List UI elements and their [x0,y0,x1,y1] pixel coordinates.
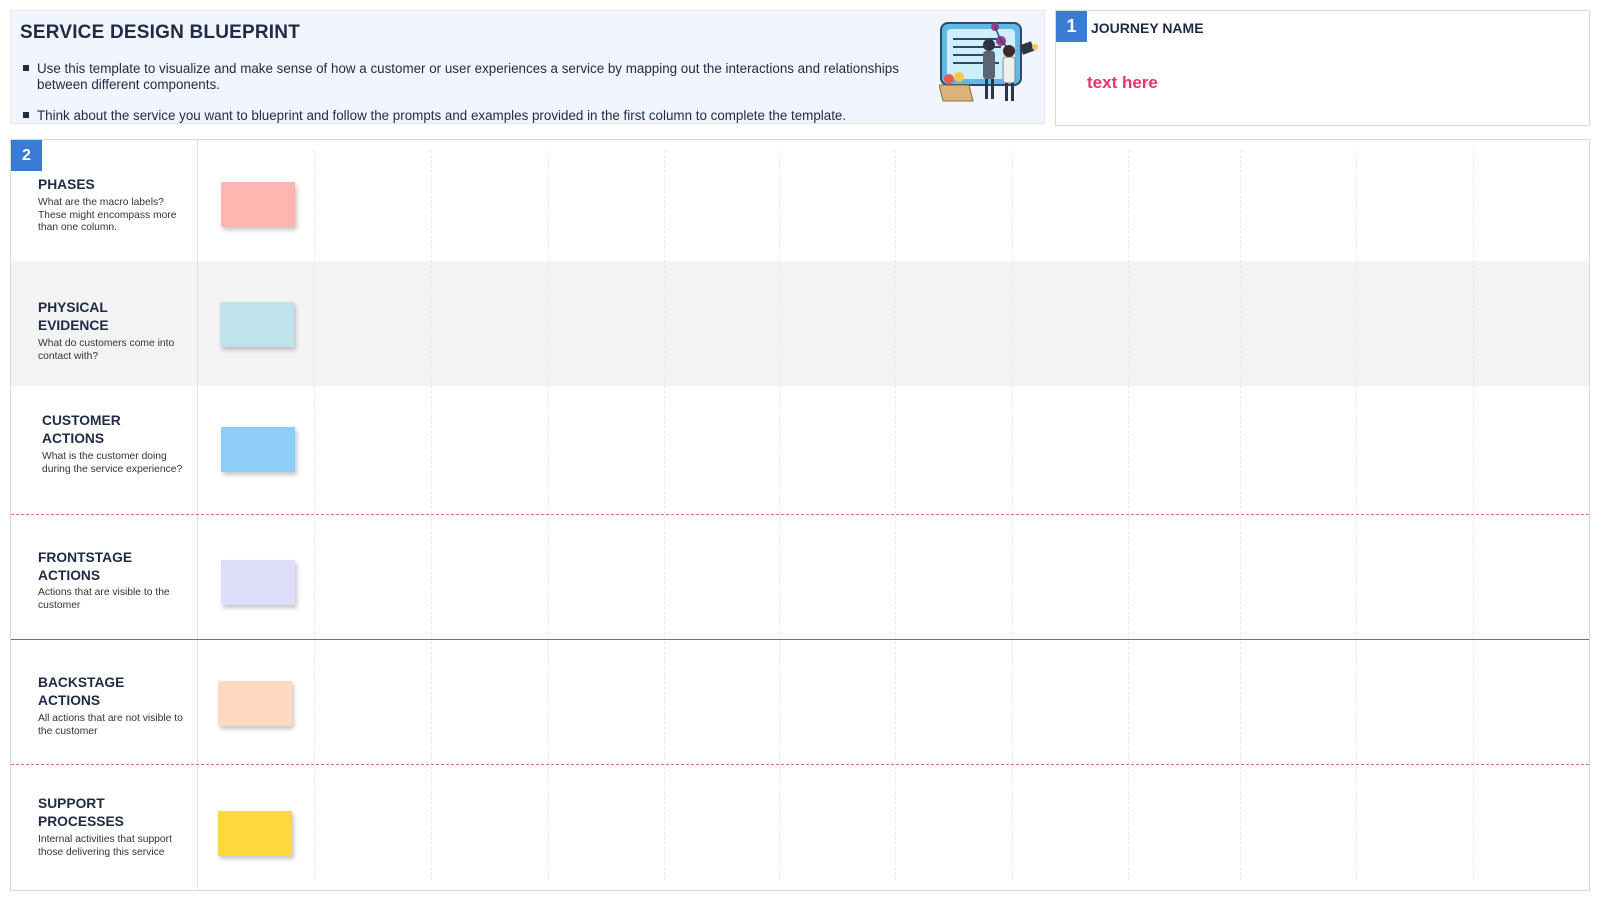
instruction-item: Think about the service you want to blue… [23,108,903,124]
row-desc-backstage-actions: All actions that are not visible to the … [38,713,183,737]
grid-column-line [664,150,665,880]
row-title-customer-actions: CUSTOMER ACTIONS [42,413,121,446]
step-badge: 2 [11,140,42,171]
grid-column-line [431,150,432,880]
bullet-square-icon [23,65,29,71]
grid-column-line [1473,150,1474,880]
instruction-item: Use this template to visualize and make … [23,61,903,92]
instruction-text: Use this template to visualize and make … [37,61,899,92]
row-title-backstage-actions: BACKSTAGE ACTIONS [38,675,125,708]
page-title: SERVICE DESIGN BLUEPRINT [20,22,300,43]
row-title-phases: PHASES [38,177,95,192]
grid-column-line [1356,150,1357,880]
row-title-frontstage-actions: FRONTSTAGE ACTIONS [38,550,133,583]
sticky-note-customer-actions[interactable] [221,427,295,472]
row-desc-physical-evidence: What do customers come into contact with… [38,338,175,362]
line-of-internal-interaction [11,764,1589,765]
bullet-square-icon [23,112,29,118]
instructions-list: Use this template to visualize and make … [23,61,903,140]
step-badge: 1 [1056,11,1087,42]
blueprint-board: 2 PHASES What are the macro labels? Thes… [10,139,1590,891]
sticky-note-phases[interactable] [221,182,295,227]
row-title-physical-evidence: PHYSICAL EVIDENCE [38,300,109,333]
journey-name-panel: 1 JOURNEY NAME text here [1055,10,1590,126]
line-of-visibility [11,639,1589,640]
grid-column-line [314,150,315,880]
sticky-note-frontstage-actions[interactable] [221,560,295,605]
row-desc-support-processes: Internal activities that support those d… [38,834,172,858]
row-desc-frontstage-actions: Actions that are visible to the customer [38,587,170,611]
row-title-support-processes: SUPPORT PROCESSES [38,796,124,829]
line-of-interaction [11,514,1589,515]
grid-column-line [779,150,780,880]
grid-column-line [548,150,549,880]
row-desc-customer-actions: What is the customer doing during the se… [42,451,183,475]
journey-name-label: JOURNEY NAME [1091,20,1204,36]
sticky-note-physical-evidence[interactable] [220,302,294,347]
team-illustration-icon [939,22,1038,102]
row-desc-phases: What are the macro labels? These might e… [38,197,177,233]
grid-column-line [1240,150,1241,880]
intro-panel: SERVICE DESIGN BLUEPRINT Use this templa… [10,10,1045,124]
instruction-text: Think about the service you want to blue… [37,108,847,123]
grid-column-line [895,150,896,880]
sticky-note-support-processes[interactable] [218,811,292,856]
journey-name-field[interactable]: text here [1087,73,1158,93]
label-column-divider [197,140,198,890]
grid-column-line [1128,150,1129,880]
sticky-note-backstage-actions[interactable] [218,681,292,726]
grid-column-line [1012,150,1013,880]
